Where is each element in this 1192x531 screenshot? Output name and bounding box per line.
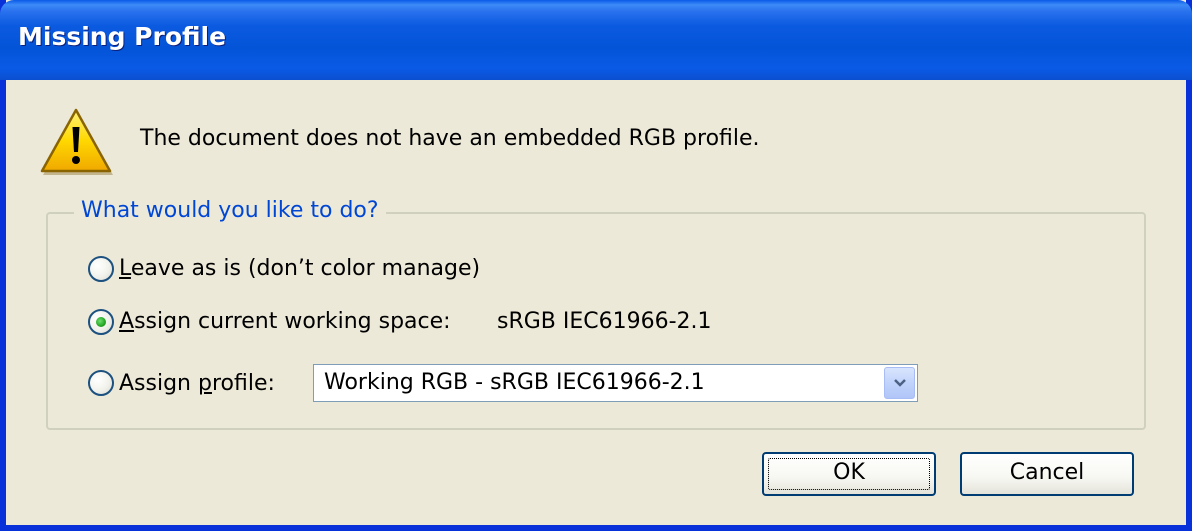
profile-select-value: Working RGB - sRGB IEC61966-2.1 (324, 370, 705, 395)
profile-select[interactable]: Working RGB - sRGB IEC61966-2.1 (313, 364, 918, 402)
option-assign-working-space-label[interactable]: Assign current working space: (119, 309, 451, 334)
window-title: Missing Profile (18, 22, 227, 51)
group-legend: What would you like to do? (74, 198, 386, 223)
chevron-down-icon (894, 379, 906, 387)
warning-icon (40, 108, 113, 175)
profile-select-dropdown-button[interactable] (884, 367, 915, 399)
cancel-button[interactable]: Cancel (960, 452, 1134, 496)
focus-ring (768, 458, 930, 490)
option-leave-as-is-label[interactable]: Leave as is (don’t color manage) (119, 256, 480, 281)
ok-button[interactable]: OK (762, 452, 936, 496)
radio-assign-profile[interactable] (88, 370, 114, 396)
radio-leave-as-is[interactable] (88, 256, 114, 282)
cancel-button-label: Cancel (1009, 460, 1085, 485)
option-assign-profile-label[interactable]: Assign profile: (119, 371, 275, 396)
radio-assign-working-space[interactable] (88, 309, 114, 335)
message-text: The document does not have an embedded R… (140, 126, 760, 151)
working-space-value: sRGB IEC61966-2.1 (497, 309, 712, 334)
title-bar[interactable]: Missing Profile (0, 0, 1192, 80)
